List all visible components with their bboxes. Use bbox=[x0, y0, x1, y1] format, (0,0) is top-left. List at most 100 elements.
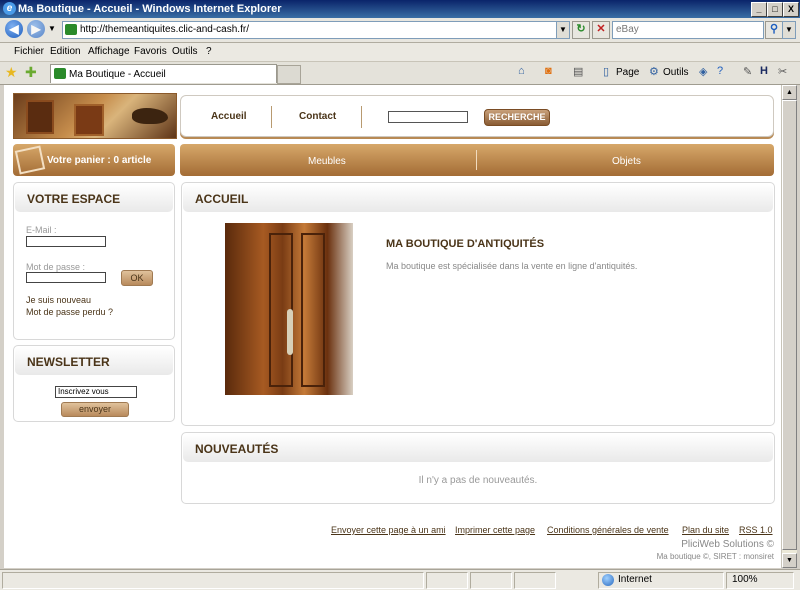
footer-link-terms[interactable]: Conditions générales de vente bbox=[547, 525, 669, 535]
home-title: ACCUEIL bbox=[195, 192, 249, 206]
back-button[interactable]: ◀ bbox=[5, 20, 23, 38]
newsletter-panel-header: NEWSLETTER bbox=[15, 347, 173, 375]
window-title: Ma Boutique - Accueil - Windows Internet… bbox=[18, 3, 282, 15]
news-title: NOUVEAUTÉS bbox=[195, 442, 279, 456]
address-dropdown-icon[interactable]: ▼ bbox=[556, 21, 570, 39]
shop-description: Ma boutique est spécialisée dans la vent… bbox=[386, 261, 638, 271]
newsletter-panel: NEWSLETTER Inscrivez vous envoyer bbox=[13, 345, 175, 422]
search-input[interactable]: eBay bbox=[612, 21, 764, 39]
news-panel: NOUVEAUTÉS Il n'y a pas de nouveautés. bbox=[181, 432, 775, 504]
page-menu[interactable]: Page bbox=[616, 67, 639, 78]
site-search-input[interactable] bbox=[388, 111, 468, 123]
menu-outils[interactable]: Outils bbox=[172, 46, 198, 57]
footer-link-rss[interactable]: RSS 1.0 bbox=[739, 525, 773, 535]
email-label: E-Mail : bbox=[26, 225, 57, 235]
category-divider bbox=[476, 150, 477, 170]
menu-affichage[interactable]: Affichage bbox=[88, 46, 130, 57]
status-bar: Internet 100% bbox=[0, 569, 800, 590]
rss-icon[interactable]: ◙ bbox=[545, 65, 552, 77]
category-meubles[interactable]: Meubles bbox=[308, 156, 346, 167]
account-panel: VOTRE ESPACE E-Mail : Mot de passe : OK … bbox=[13, 182, 175, 340]
tab-ma-boutique[interactable]: Ma Boutique - Accueil bbox=[50, 64, 277, 83]
page-viewport: Accueil Contact RECHERCHE Votre panier :… bbox=[4, 85, 781, 568]
h-toolbar-icon[interactable]: H bbox=[760, 65, 768, 77]
maximize-button[interactable]: □ bbox=[767, 2, 783, 17]
tab-label: Ma Boutique - Accueil bbox=[69, 69, 166, 80]
menu-favoris[interactable]: Favoris bbox=[134, 46, 167, 57]
menu-help[interactable]: ? bbox=[206, 46, 212, 57]
news-empty-text: Il n'y a pas de nouveautés. bbox=[418, 475, 538, 486]
tools-extra-icon[interactable]: ✂ bbox=[778, 65, 787, 78]
email-field[interactable] bbox=[26, 236, 106, 247]
favorites-star-icon[interactable]: ★ bbox=[5, 64, 18, 81]
scroll-up-icon[interactable]: ▲ bbox=[782, 85, 797, 100]
furniture-table-icon bbox=[74, 104, 104, 136]
newsletter-title: NEWSLETTER bbox=[27, 355, 110, 369]
forward-button[interactable]: ▶ bbox=[27, 20, 45, 38]
security-zone: Internet bbox=[618, 574, 652, 585]
minimize-button[interactable]: _ bbox=[751, 2, 767, 17]
login-ok-button[interactable]: OK bbox=[121, 270, 153, 286]
scroll-thumb[interactable] bbox=[782, 100, 797, 550]
add-favorite-icon[interactable]: ✚ bbox=[25, 64, 37, 81]
refresh-button[interactable]: ↻ bbox=[572, 21, 590, 39]
antique-cabinet-image bbox=[225, 223, 353, 395]
cart-bar[interactable]: Votre panier : 0 article bbox=[13, 144, 175, 176]
zone-segment bbox=[598, 572, 724, 589]
research-icon[interactable]: ◈ bbox=[699, 65, 707, 78]
newsletter-email-input[interactable]: Inscrivez vous bbox=[55, 386, 137, 398]
print-icon[interactable]: ▤ bbox=[573, 65, 583, 78]
nav-divider bbox=[271, 106, 272, 128]
vertical-scrollbar[interactable]: ▲ ▼ bbox=[781, 85, 797, 568]
category-objets[interactable]: Objets bbox=[612, 156, 641, 167]
cart-box-icon bbox=[14, 145, 46, 175]
search-placeholder: eBay bbox=[616, 24, 639, 35]
newsletter-send-button[interactable]: envoyer bbox=[61, 402, 129, 417]
cart-label: Votre panier : 0 article bbox=[47, 155, 152, 166]
scroll-down-icon[interactable]: ▼ bbox=[782, 553, 797, 568]
stop-button[interactable]: ✕ bbox=[592, 21, 610, 39]
help-icon[interactable]: ? bbox=[717, 65, 723, 77]
edit-icon[interactable]: ✎ bbox=[743, 65, 752, 78]
shop-logo-banner[interactable] bbox=[13, 93, 177, 139]
new-tab-button[interactable] bbox=[277, 65, 301, 84]
gear-icon[interactable]: ⚙ bbox=[649, 65, 659, 78]
ie-icon: e bbox=[3, 2, 16, 15]
nav-contact[interactable]: Contact bbox=[299, 111, 336, 122]
password-field[interactable] bbox=[26, 272, 106, 283]
status-segment bbox=[514, 572, 556, 589]
footer-link-send-page[interactable]: Envoyer cette page à un ami bbox=[331, 525, 446, 535]
account-title: VOTRE ESPACE bbox=[27, 192, 121, 206]
search-go-button[interactable]: ⚲ bbox=[765, 21, 783, 39]
menu-fichier[interactable]: Fichier bbox=[14, 46, 44, 57]
footer-siret: Ma boutique ©, SIRET : monsiret bbox=[656, 552, 774, 561]
footer-link-print-page[interactable]: Imprimer cette page bbox=[455, 525, 535, 535]
footer-copyright: PliciWeb Solutions © bbox=[681, 539, 774, 550]
category-bar: Meubles Objets bbox=[180, 144, 774, 176]
tools-menu[interactable]: Outils bbox=[663, 67, 689, 78]
status-segment bbox=[470, 572, 512, 589]
password-label: Mot de passe : bbox=[26, 262, 86, 272]
news-panel-header: NOUVEAUTÉS bbox=[183, 434, 773, 462]
cabinet-panel-right bbox=[301, 233, 325, 387]
close-button[interactable]: X bbox=[783, 2, 799, 17]
lost-password-link[interactable]: Mot de passe perdu ? bbox=[26, 307, 113, 317]
page-icon[interactable]: ▯ bbox=[603, 65, 609, 78]
address-input[interactable]: http://themeantiquites.clic-and-cash.fr/ bbox=[62, 21, 568, 39]
menu-edition[interactable]: Edition bbox=[50, 46, 81, 57]
cabinet-key-tassel bbox=[287, 309, 293, 355]
search-button[interactable]: RECHERCHE bbox=[484, 109, 550, 126]
zoom-level[interactable]: 100% bbox=[732, 574, 758, 585]
furniture-lamp-icon bbox=[132, 108, 168, 124]
tab-toolbar: ★ ✚ Ma Boutique - Accueil ⌂ ◙ ▤ ▯ Page ⚙… bbox=[0, 62, 800, 85]
search-options-icon[interactable]: ▼ bbox=[782, 21, 796, 39]
home-icon[interactable]: ⌂ bbox=[518, 65, 525, 77]
footer-link-sitemap[interactable]: Plan du site bbox=[682, 525, 729, 535]
new-user-link[interactable]: Je suis nouveau bbox=[26, 295, 91, 305]
tab-favicon bbox=[54, 68, 66, 79]
history-dropdown-icon[interactable]: ▼ bbox=[48, 24, 56, 33]
nav-divider bbox=[361, 106, 362, 128]
top-navigation: Accueil Contact RECHERCHE bbox=[180, 95, 774, 137]
nav-accueil[interactable]: Accueil bbox=[211, 111, 247, 122]
address-url: http://themeantiquites.clic-and-cash.fr/ bbox=[80, 24, 249, 35]
